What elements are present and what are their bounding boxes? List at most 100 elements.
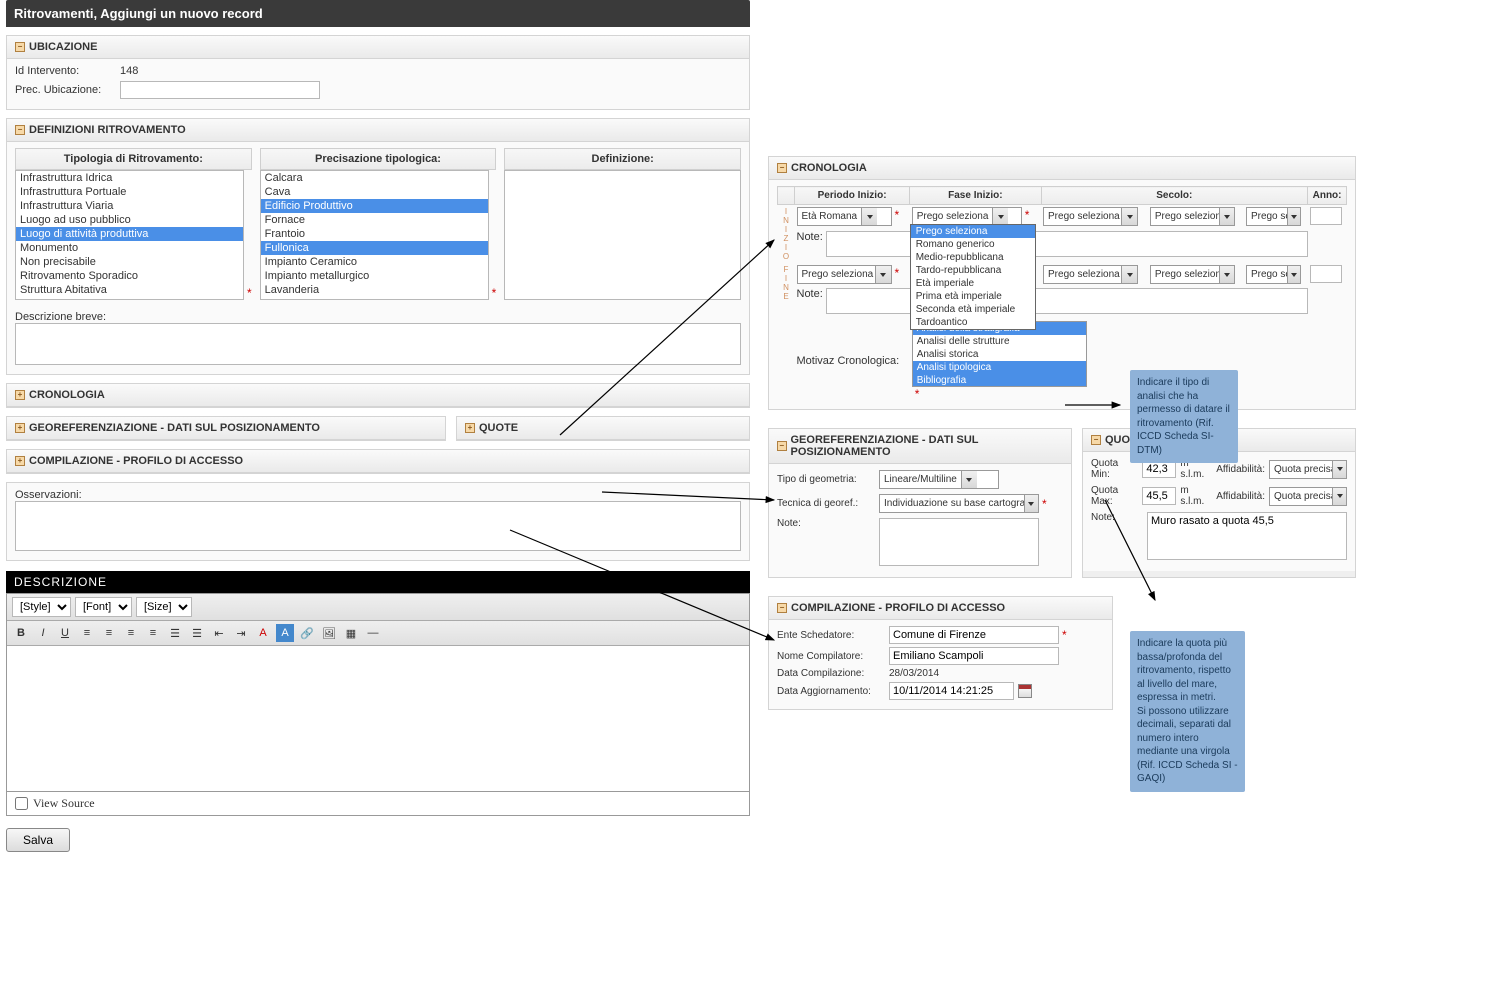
definizione-textarea[interactable]	[504, 170, 741, 300]
list-item[interactable]: Fullonica	[261, 241, 488, 255]
note-fine-textarea[interactable]	[826, 288, 1308, 314]
osservazioni-textarea[interactable]	[15, 501, 741, 551]
list-item[interactable]: Impianto Ceramico	[261, 255, 488, 269]
italic-icon[interactable]: I	[34, 624, 52, 642]
note-inizio-textarea[interactable]	[826, 231, 1308, 257]
list-item[interactable]: Struttura Abitativa	[16, 283, 243, 297]
quota-max-input[interactable]	[1142, 487, 1176, 505]
aff-min-select[interactable]: Quota precisa	[1269, 460, 1347, 479]
dropdown-option[interactable]: Tardoantico	[911, 316, 1035, 329]
tecnica-georef-select[interactable]: Individuazione su base cartografic	[879, 494, 1039, 513]
secolo1-select[interactable]: Prego seleziona	[1043, 207, 1138, 226]
list-item[interactable]: Calcara	[261, 171, 488, 185]
dropdown-option[interactable]: Romano generico	[911, 238, 1035, 251]
list-item[interactable]: Edificio Produttivo	[261, 199, 488, 213]
list-item[interactable]: Ritrovamento Sporadico	[16, 269, 243, 283]
table-icon[interactable]: ▦	[342, 624, 360, 642]
dropdown-option[interactable]: Tardo-repubblicana	[911, 264, 1035, 277]
georef-panel-collapsed[interactable]: + GEOREFERENZIAZIONE - DATI SUL POSIZION…	[6, 416, 446, 441]
outdent-icon[interactable]: ⇤	[210, 624, 228, 642]
collapse-icon[interactable]: −	[15, 42, 25, 52]
dropdown-option[interactable]: Seconda età imperiale	[911, 303, 1035, 316]
periodo-inizio-select[interactable]: Età Romana	[797, 207, 892, 226]
list-item[interactable]: Monumento	[16, 241, 243, 255]
secolo2-fine-select[interactable]: Prego selezion	[1150, 265, 1235, 284]
align-left-icon[interactable]: ≡	[78, 624, 96, 642]
dropdown-option[interactable]: Medio-repubblicana	[911, 251, 1035, 264]
list-item[interactable]: Infrastruttura Viaria	[16, 199, 243, 213]
prec-ubicazione-input[interactable]	[120, 81, 320, 99]
ubicazione-header[interactable]: − UBICAZIONE	[7, 36, 749, 59]
align-center-icon[interactable]: ≡	[100, 624, 118, 642]
list-item[interactable]: Luogo ad uso pubblico	[16, 213, 243, 227]
list-item[interactable]: Non precisabile	[16, 255, 243, 269]
quote-note-textarea[interactable]: Muro rasato a quota 45,5	[1147, 512, 1347, 560]
fase-inizio-dropdown[interactable]: Prego selezionaRomano genericoMedio-repu…	[910, 224, 1036, 330]
anno-inizio-input[interactable]	[1310, 207, 1342, 225]
compilazione-panel-collapsed[interactable]: + COMPILAZIONE - PROFILO DI ACCESSO	[6, 449, 750, 474]
motivaz-listbox[interactable]: Analisi della stratigrafiaAnalisi delle …	[912, 321, 1087, 387]
dropdown-option[interactable]: Prego seleziona	[911, 225, 1035, 238]
indent-icon[interactable]: ⇥	[232, 624, 250, 642]
underline-icon[interactable]: U	[56, 624, 74, 642]
list-item[interactable]: Lavanderia	[261, 283, 488, 297]
align-justify-icon[interactable]: ≡	[144, 624, 162, 642]
size-select[interactable]: [Size]	[136, 597, 192, 617]
list-item[interactable]: Frantoio	[261, 227, 488, 241]
ordered-list-icon[interactable]: ☰	[166, 624, 184, 642]
secolo2-select[interactable]: Prego selezion	[1150, 207, 1235, 226]
dropdown-option[interactable]: Età imperiale	[911, 277, 1035, 290]
text-color-icon[interactable]: A	[254, 624, 272, 642]
list-item[interactable]: Infrastruttura Idrica	[16, 171, 243, 185]
save-button[interactable]: Salva	[6, 828, 70, 852]
precisazione-listbox[interactable]: CalcaraCavaEdificio ProduttivoFornaceFra…	[260, 170, 489, 300]
collapse-icon[interactable]: −	[777, 441, 787, 451]
calendar-icon[interactable]	[1018, 684, 1032, 698]
tipo-geometria-select[interactable]: Lineare/Multiline	[879, 470, 999, 489]
style-select[interactable]: [Style]	[12, 597, 71, 617]
list-item[interactable]: Impianto metallurgico	[261, 269, 488, 283]
secolo1-fine-select[interactable]: Prego seleziona	[1043, 265, 1138, 284]
font-select[interactable]: [Font]	[75, 597, 132, 617]
list-item[interactable]: Luogo di attività produttiva	[16, 227, 243, 241]
collapse-icon[interactable]: −	[777, 603, 787, 613]
list-item[interactable]: Analisi storica	[913, 348, 1086, 361]
collapse-icon[interactable]: −	[1091, 435, 1101, 445]
view-source-checkbox[interactable]	[15, 797, 28, 810]
collapse-icon[interactable]: −	[15, 125, 25, 135]
desc-breve-textarea[interactable]	[15, 323, 741, 365]
nome-input[interactable]	[889, 647, 1059, 665]
data-agg-input[interactable]	[889, 682, 1014, 700]
editor-content[interactable]	[7, 646, 749, 791]
expand-icon[interactable]: +	[15, 423, 25, 433]
list-item[interactable]: Analisi tipologica	[913, 361, 1086, 374]
quote-panel-collapsed[interactable]: + QUOTE	[456, 416, 750, 441]
expand-icon[interactable]: +	[15, 456, 25, 466]
tipologia-listbox[interactable]: Infrastruttura IdricaInfrastruttura Port…	[15, 170, 244, 300]
list-item[interactable]: Bibliografia	[913, 374, 1086, 387]
image-icon[interactable]: 🖼	[320, 624, 338, 642]
aff-max-select[interactable]: Quota precisa	[1269, 487, 1347, 506]
link-icon[interactable]: 🔗	[298, 624, 316, 642]
collapse-icon[interactable]: −	[777, 163, 787, 173]
periodo-fine-select[interactable]: Prego seleziona	[797, 265, 892, 284]
list-item[interactable]: Infrastruttura Portuale	[16, 185, 243, 199]
secolo3-fine-select[interactable]: Prego se	[1246, 265, 1301, 284]
cronologia-panel-collapsed[interactable]: + CRONOLOGIA	[6, 383, 750, 408]
anno-fine-input[interactable]	[1310, 265, 1342, 283]
definizioni-header[interactable]: − DEFINIZIONI RITROVAMENTO	[7, 119, 749, 142]
bold-icon[interactable]: B	[12, 624, 30, 642]
dropdown-option[interactable]: Prima età imperiale	[911, 290, 1035, 303]
secolo3-select[interactable]: Prego se	[1246, 207, 1301, 226]
list-item[interactable]: Fornace	[261, 213, 488, 227]
unordered-list-icon[interactable]: ☰	[188, 624, 206, 642]
georef-note-textarea[interactable]	[879, 518, 1039, 566]
hr-icon[interactable]: —	[364, 624, 382, 642]
list-item[interactable]: Analisi delle strutture	[913, 335, 1086, 348]
expand-icon[interactable]: +	[15, 390, 25, 400]
ente-input[interactable]	[889, 626, 1059, 644]
list-item[interactable]: Cava	[261, 185, 488, 199]
bg-color-icon[interactable]: A	[276, 624, 294, 642]
expand-icon[interactable]: +	[465, 423, 475, 433]
align-right-icon[interactable]: ≡	[122, 624, 140, 642]
